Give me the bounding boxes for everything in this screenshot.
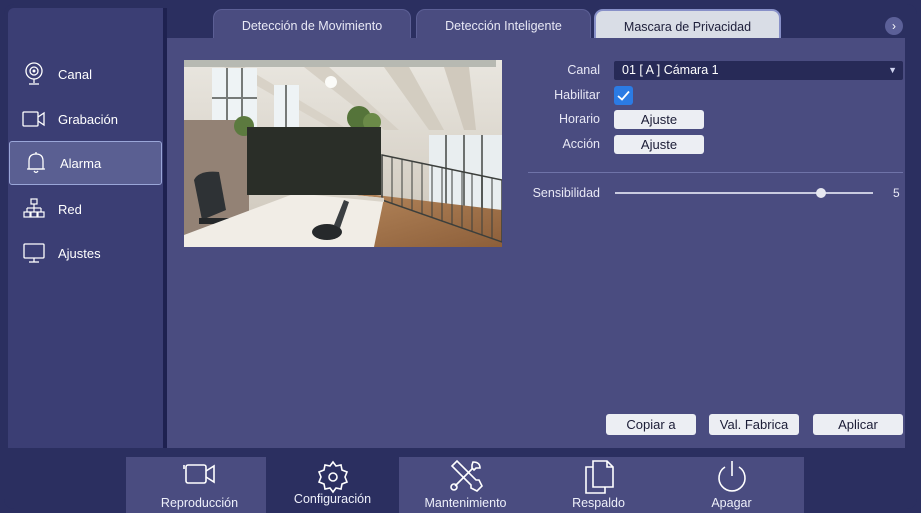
video-camera-icon <box>182 459 217 492</box>
apply-button[interactable]: Aplicar <box>813 414 903 435</box>
tools-icon <box>448 459 484 496</box>
sensibilidad-label: Sensibilidad <box>532 186 600 200</box>
accion-label: Acción <box>562 137 600 151</box>
bottom-nav-label: Mantenimiento <box>424 496 507 510</box>
bottom-nav-apagar[interactable]: Apagar <box>665 457 798 513</box>
power-icon <box>714 459 750 498</box>
monitor-icon <box>22 241 46 265</box>
sensibilidad-slider-track[interactable] <box>615 192 873 194</box>
network-icon <box>22 197 46 221</box>
sidebar-item-label: Alarma <box>60 155 102 171</box>
check-icon <box>617 90 630 101</box>
video-camera-icon <box>22 107 46 131</box>
sidebar-item-label: Ajustes <box>58 245 101 261</box>
canal-select[interactable]: 01 [ A ] Cámara 1 ▼ <box>614 61 903 80</box>
sidebar-item-alarma[interactable]: Alarma <box>9 141 162 185</box>
factory-defaults-button[interactable]: Val. Fabrica <box>709 414 799 435</box>
sensibilidad-value: 5 <box>893 186 900 200</box>
tabs-next-button[interactable]: › <box>885 17 903 35</box>
sidebar-item-label: Canal <box>58 66 92 82</box>
sidebar-item-canal[interactable]: Canal <box>8 52 163 96</box>
gear-icon <box>315 459 351 498</box>
bottom-nav-label: Respaldo <box>572 496 625 510</box>
tab-smart-detection[interactable]: Detección Inteligente <box>416 9 591 41</box>
sidebar-item-label: Grabación <box>58 111 118 127</box>
copy-button[interactable]: Copiar a <box>606 414 696 435</box>
horario-ajuste-button[interactable]: Ajuste <box>614 110 704 129</box>
camera-lens-icon <box>22 62 46 86</box>
habilitar-label: Habilitar <box>554 88 600 102</box>
horario-label: Horario <box>559 112 600 126</box>
sidebar-item-grabacion[interactable]: Grabación <box>8 97 163 141</box>
accion-ajuste-button[interactable]: Ajuste <box>614 135 704 154</box>
bottom-nav-mantenimiento[interactable]: Mantenimiento <box>399 457 532 513</box>
canal-select-value: 01 [ A ] Cámara 1 <box>622 63 719 77</box>
canal-label: Canal <box>567 63 600 77</box>
bell-icon <box>24 151 48 175</box>
sidebar-item-label: Red <box>58 201 82 217</box>
bottom-nav-reproduccion[interactable]: Reproducción <box>133 457 266 513</box>
copy-files-icon <box>583 459 615 498</box>
bottom-nav-label: Apagar <box>711 496 752 510</box>
habilitar-checkbox[interactable] <box>614 86 633 105</box>
sidebar-item-red[interactable]: Red <box>8 187 163 231</box>
chevron-down-icon: ▼ <box>888 65 897 75</box>
privacy-mask-region[interactable] <box>247 127 381 195</box>
sidebar-item-ajustes[interactable]: Ajustes <box>8 231 163 275</box>
bottom-nav-label: Reproducción <box>160 496 239 510</box>
tab-motion-detection[interactable]: Detección de Movimiento <box>213 9 411 41</box>
camera-preview[interactable] <box>184 60 502 247</box>
bottom-nav-configuracion[interactable]: Configuración <box>266 457 399 513</box>
bottom-nav-respaldo[interactable]: Respaldo <box>532 457 665 513</box>
divider <box>528 172 903 173</box>
